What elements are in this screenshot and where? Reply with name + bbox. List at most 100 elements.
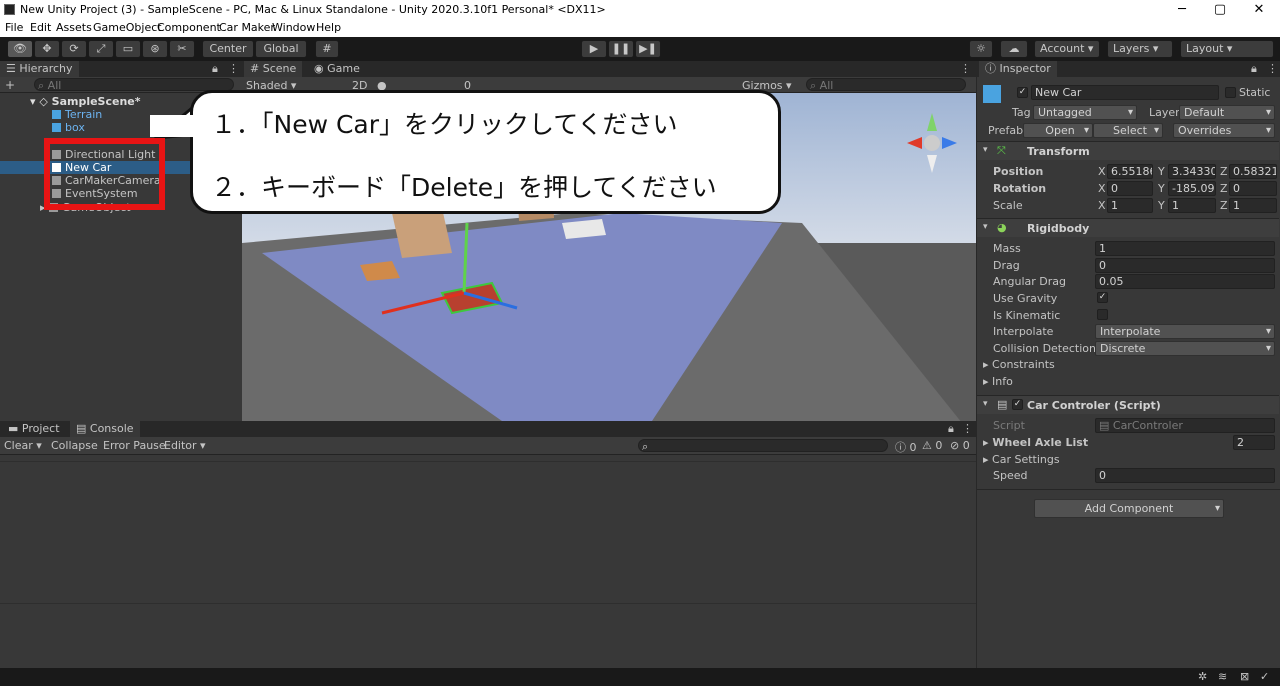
snap-grid-icon[interactable]: #: [315, 40, 339, 58]
position-x-field[interactable]: 6.55186: [1107, 164, 1153, 179]
script-enabled-checkbox[interactable]: ✓: [1012, 399, 1023, 410]
static-checkbox[interactable]: [1225, 87, 1236, 98]
warning-toggle[interactable]: ⚠ 0: [922, 439, 942, 452]
scene-root[interactable]: ▾ ◇ SampleScene*: [30, 95, 141, 108]
layers-status-icon[interactable]: ≋: [1218, 670, 1227, 683]
layer-dropdown[interactable]: Default: [1179, 105, 1275, 120]
hierarchy-tab-label: Hierarchy: [19, 62, 73, 75]
add-button[interactable]: +: [5, 78, 15, 92]
menu-edit[interactable]: Edit: [30, 21, 51, 34]
play-button[interactable]: ▶: [581, 40, 607, 58]
collab-icon[interactable]: ☼: [969, 40, 993, 58]
position-y-field[interactable]: 3.34330: [1168, 164, 1216, 179]
info-foldout[interactable]: ▸ Info: [983, 375, 1013, 388]
tag-label: Tag: [1012, 106, 1031, 119]
log-toggle[interactable]: ⓘ 0: [895, 439, 917, 455]
custom-tool-icon[interactable]: ✂: [169, 40, 195, 58]
close-button[interactable]: ✕: [1239, 1, 1279, 19]
lock-icon[interactable]: 🔒︎: [212, 62, 218, 76]
check-icon[interactable]: ✓: [1260, 670, 1269, 683]
scale-z-field[interactable]: 1: [1229, 198, 1277, 213]
move-tool-icon[interactable]: ✥: [34, 40, 60, 58]
tab-project[interactable]: ▬ Project: [2, 421, 66, 437]
error-pause-toggle[interactable]: Error Pause: [103, 439, 166, 452]
rect-tool-icon[interactable]: ▭: [115, 40, 141, 58]
tab-hierarchy[interactable]: ☰ Hierarchy: [0, 61, 79, 77]
more-options-icon[interactable]: ⋮: [1267, 62, 1278, 75]
menu-assets[interactable]: Assets: [56, 21, 92, 34]
speed-field[interactable]: 0: [1095, 468, 1275, 483]
tab-inspector[interactable]: ⓘ Inspector: [979, 61, 1057, 77]
wheel-axle-count-field[interactable]: 2: [1233, 435, 1275, 450]
menu-component[interactable]: Component: [157, 21, 221, 34]
console-tab-label: Console: [89, 422, 134, 435]
rotation-x-field[interactable]: 0: [1107, 181, 1153, 196]
prefab-open-button[interactable]: Open: [1023, 123, 1093, 138]
error-toggle[interactable]: ⊘ 0: [950, 439, 970, 452]
tag-dropdown[interactable]: Untagged: [1033, 105, 1137, 120]
account-dropdown[interactable]: Account ▾: [1034, 40, 1100, 58]
lock-icon[interactable]: 🔒︎: [948, 422, 954, 436]
tab-scene[interactable]: # Scene: [244, 61, 303, 77]
menu-car-maker[interactable]: Car Maker: [219, 21, 275, 34]
rotate-tool-icon[interactable]: ⟳: [61, 40, 87, 58]
rotation-z-field[interactable]: 0: [1229, 181, 1277, 196]
constraints-foldout[interactable]: ▸ Constraints: [983, 358, 1055, 371]
prefab-overrides-dropdown[interactable]: Overrides: [1173, 123, 1275, 138]
view-tool-icon[interactable]: 👁: [7, 40, 33, 58]
scale-x-field[interactable]: 1: [1107, 198, 1153, 213]
console-search-input[interactable]: ⌕: [638, 439, 888, 452]
tree-item-box[interactable]: box: [52, 121, 85, 134]
more-options-icon[interactable]: ⋮: [962, 422, 973, 435]
more-options-icon[interactable]: ⋮: [960, 62, 971, 75]
more-options-icon[interactable]: ⋮: [228, 62, 239, 75]
collision-detection-dropdown[interactable]: Discrete: [1095, 341, 1275, 356]
tree-item-terrain[interactable]: Terrain: [52, 108, 102, 121]
drag-field[interactable]: 0: [1095, 258, 1275, 273]
tab-console[interactable]: ▤ Console: [70, 421, 140, 437]
car-settings-foldout[interactable]: ▸ Car Settings: [983, 453, 1060, 466]
scale-tool-icon[interactable]: ⤢: [88, 40, 114, 58]
tab-game[interactable]: ◉ Game: [308, 61, 366, 77]
scale-y-field[interactable]: 1: [1168, 198, 1216, 213]
rigidbody-header[interactable]: ▾ ◕ Rigidbody: [977, 218, 1279, 237]
rotation-y-field[interactable]: -185.092: [1168, 181, 1216, 196]
collapse-toggle[interactable]: Collapse: [51, 439, 98, 452]
editor-dropdown[interactable]: Editor ▾: [164, 439, 206, 452]
hierarchy-search-input[interactable]: ⌕ All: [34, 78, 234, 91]
layout-dropdown[interactable]: Layout ▾: [1180, 40, 1274, 58]
menu-window[interactable]: Window: [272, 21, 315, 34]
layers-dropdown[interactable]: Layers ▾: [1107, 40, 1173, 58]
menu-gameobject[interactable]: GameObject: [93, 21, 162, 34]
clear-button[interactable]: Clear ▾: [4, 439, 42, 452]
mass-field[interactable]: 1: [1095, 241, 1275, 256]
wheel-axle-list-foldout[interactable]: ▸ Wheel Axle List: [983, 436, 1088, 449]
active-checkbox[interactable]: ✓: [1017, 87, 1028, 98]
status-bar: ✲ ≋ ⊠ ✓: [0, 668, 1280, 686]
interpolate-dropdown[interactable]: Interpolate: [1095, 324, 1275, 339]
progress-icon[interactable]: ⊠: [1240, 670, 1249, 683]
menu-help[interactable]: Help: [316, 21, 341, 34]
debug-icon[interactable]: ✲: [1198, 670, 1207, 683]
menu-file[interactable]: File: [5, 21, 23, 34]
car-controler-header[interactable]: ▾ ▤ ✓ Car Controler (Script): [977, 395, 1279, 414]
angular-drag-field[interactable]: 0.05: [1095, 274, 1275, 289]
transform-tool-icon[interactable]: ⊛: [142, 40, 168, 58]
object-name-field[interactable]: New Car: [1031, 85, 1219, 100]
pause-button[interactable]: ❚❚: [608, 40, 634, 58]
minimize-button[interactable]: ─: [1162, 1, 1202, 19]
scene-search-input[interactable]: ⌕ All: [806, 78, 966, 91]
transform-header[interactable]: ▾ ⤧ Transform: [977, 141, 1279, 160]
game-tab-label: Game: [327, 62, 360, 75]
add-component-button[interactable]: Add Component: [1034, 499, 1224, 518]
use-gravity-checkbox[interactable]: ✓: [1097, 292, 1108, 303]
position-z-field[interactable]: 0.58321: [1229, 164, 1277, 179]
step-button[interactable]: ▶❚: [635, 40, 661, 58]
maximize-button[interactable]: ▢: [1200, 1, 1240, 19]
pivot-center-button[interactable]: Center: [202, 40, 254, 58]
is-kinematic-checkbox[interactable]: [1097, 309, 1108, 320]
lock-icon[interactable]: 🔒︎: [1251, 62, 1257, 76]
cloud-icon[interactable]: ☁: [1000, 40, 1028, 58]
pivot-global-button[interactable]: Global: [255, 40, 307, 58]
prefab-select-button[interactable]: Select: [1093, 123, 1163, 138]
